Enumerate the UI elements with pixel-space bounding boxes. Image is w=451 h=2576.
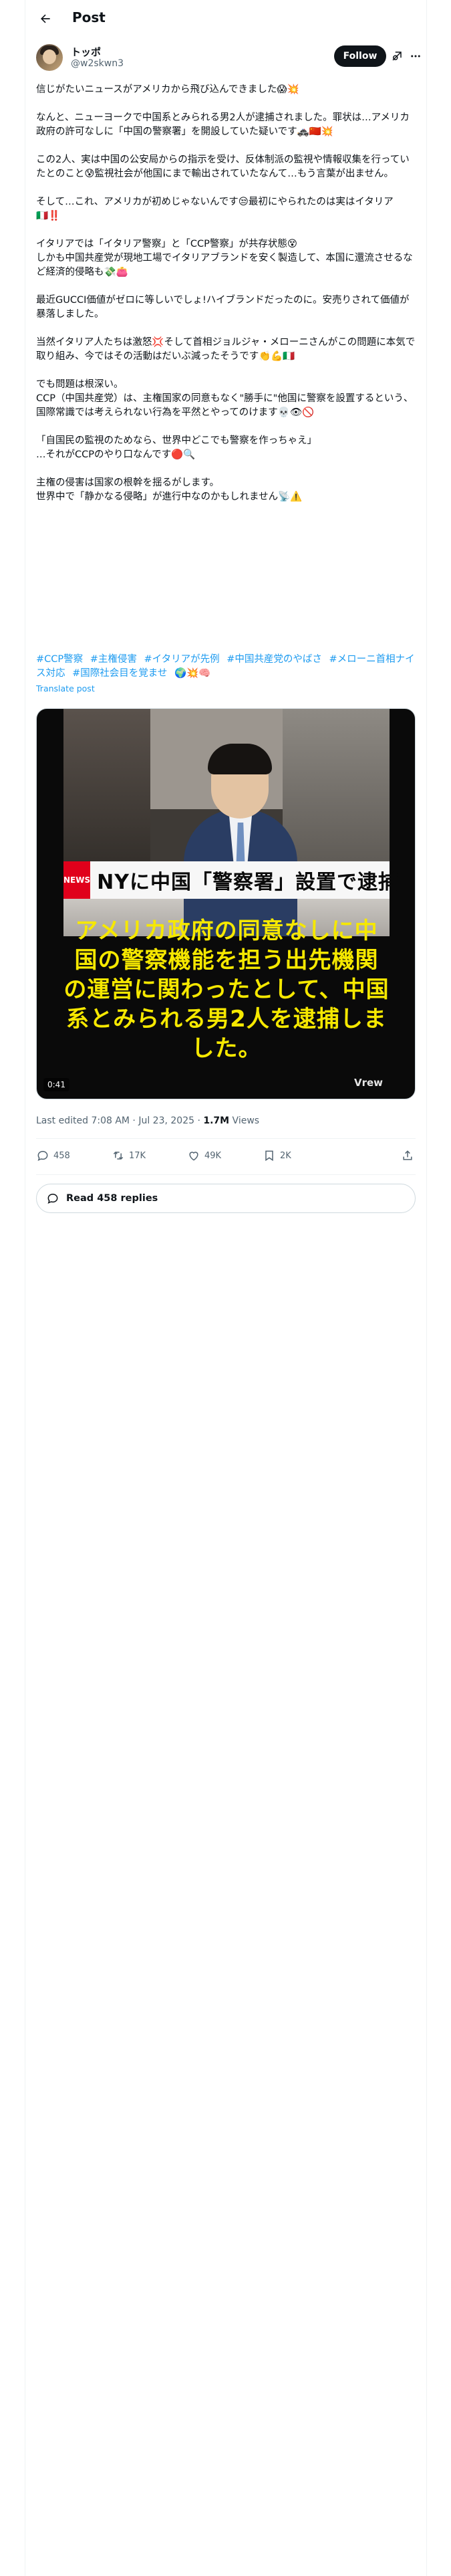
post-column: Post トッポ @w2skwn3 Follow 信じがたいニュースがアメリカか… (25, 0, 427, 2576)
divider (36, 1174, 416, 1175)
author-handle[interactable]: @w2skwn3 (71, 58, 124, 69)
repost-icon (113, 1151, 124, 1160)
reply-icon (37, 1150, 48, 1162)
action-bar: 458 17K 49K 2K (36, 1144, 416, 1170)
repost-button[interactable]: 17K (112, 1149, 146, 1162)
bookmark-button[interactable]: 2K (263, 1149, 291, 1162)
back-arrow-icon (41, 14, 50, 23)
bookmark-icon (265, 1150, 273, 1162)
avatar[interactable] (36, 44, 63, 71)
follow-button[interactable]: Follow (334, 45, 386, 67)
translate-post-link[interactable]: Translate post (36, 683, 95, 693)
grok-icon[interactable] (390, 49, 404, 63)
post-paragraph: そして…これ、アメリカが初めじゃないんです😒最初にやられたのは実はイタリア🇮🇹‼… (36, 197, 394, 221)
post-header: Post (25, 0, 426, 37)
hashtag-link[interactable]: #国際社会目を覚ませ (72, 668, 167, 679)
video-frame (63, 709, 390, 936)
post-paragraph: 当然イタリア人たちは激怒💢そして首相ジョルジャ・メローニさんがこの問題に本気で取… (36, 337, 416, 362)
hashtag-link[interactable]: #イタリアが先例 (144, 654, 220, 665)
bookmark-count: 2K (280, 1150, 291, 1161)
post-paragraph: この2人、実は中国の公安局からの指示を受け、反体制派の監視や情報収集を行っていた… (36, 154, 410, 179)
video-player[interactable]: NEWS NYに中国「警察署」設置で逮捕 アメリカ政府の同意なしに中国の警察機能… (36, 708, 416, 1099)
author-row: トッポ @w2skwn3 Follow (36, 44, 420, 74)
post-paragraph: 最近GUCCI価値がゼロに等しいでしょ!ハイブランドだったのに。安売りされて価値… (36, 295, 410, 320)
author-display-name[interactable]: トッポ (71, 45, 101, 59)
like-count: 49K (204, 1150, 222, 1161)
post-paragraph: イタリアでは「イタリア警察」と「CCP警察」が共存状態😵 しかも中国共産党が現地… (36, 239, 413, 278)
post-paragraph: 「自国民の監視のためなら、世界中どこでも警察を作っちゃえ」 …それがCCPのやり… (36, 435, 317, 460)
hashtag-list: #CCP警察 #主権侵害 #イタリアが先例 #中国共産党のやばさ #メローニ首相… (36, 653, 416, 681)
page-title: Post (72, 9, 106, 25)
hashtag-link[interactable]: #CCP警察 (36, 654, 83, 665)
video-watermark: Vrew (354, 1077, 384, 1089)
views-count: 1.7M (203, 1115, 230, 1126)
reply-bubble-icon (47, 1193, 58, 1204)
share-icon (403, 1150, 412, 1160)
back-button[interactable] (35, 8, 56, 29)
hashtag-link[interactable]: #中国共産党のやばさ (227, 654, 322, 665)
post-paragraph: でも問題は根深い。 CCP（中国共産党）は、主権国家の同意もなく"勝手に"他国に… (36, 379, 414, 418)
post-meta: Last edited 7:08 AM · Jul 23, 2025 · 1.7… (36, 1115, 259, 1126)
news-headline: NYに中国「警察署」設置で逮捕 (97, 871, 399, 894)
more-icon[interactable] (408, 48, 424, 64)
news-badge: NEWS (63, 861, 91, 899)
video-caption: アメリカ政府の同意なしに中国の警察機能を担う出先機関の運営に関わったとして、中国… (63, 918, 390, 1062)
reply-count: 458 (53, 1150, 70, 1161)
divider (36, 1138, 416, 1139)
news-lower-third: NEWS NYに中国「警察署」設置で逮捕 (63, 861, 398, 899)
video-duration: 0:41 (43, 1078, 69, 1091)
like-button[interactable]: 49K (187, 1149, 221, 1162)
hashtag-link[interactable]: #主権侵害 (90, 654, 137, 665)
read-replies-button[interactable]: Read 458 replies (36, 1184, 416, 1213)
heart-icon (189, 1152, 198, 1161)
post-paragraph: 主権の侵害は国家の根幹を揺るがします。 世界中で「静かなる侵略」が進行中なのかも… (36, 477, 303, 502)
hashtag-emoji: 🌍💥🧠 (174, 668, 211, 679)
post-paragraph: 信じがたいニュースがアメリカから飛び込んできました😱💥 (36, 84, 299, 95)
views-label: Views (229, 1115, 260, 1126)
post-paragraph: なんと、ニューヨークで中国系とみられる男2人が逮捕されました。罪状は…アメリカ政… (36, 112, 410, 137)
post-text: 信じがたいニュースがアメリカから飛び込んできました😱💥 なんと、ニューヨークで中… (36, 83, 416, 518)
repost-count: 17K (129, 1150, 146, 1161)
edited-timestamp[interactable]: Last edited 7:08 AM · Jul 23, 2025 · (36, 1115, 203, 1126)
share-button[interactable] (401, 1149, 414, 1162)
read-replies-label: Read 458 replies (66, 1193, 158, 1204)
reply-button[interactable]: 458 (36, 1149, 70, 1162)
